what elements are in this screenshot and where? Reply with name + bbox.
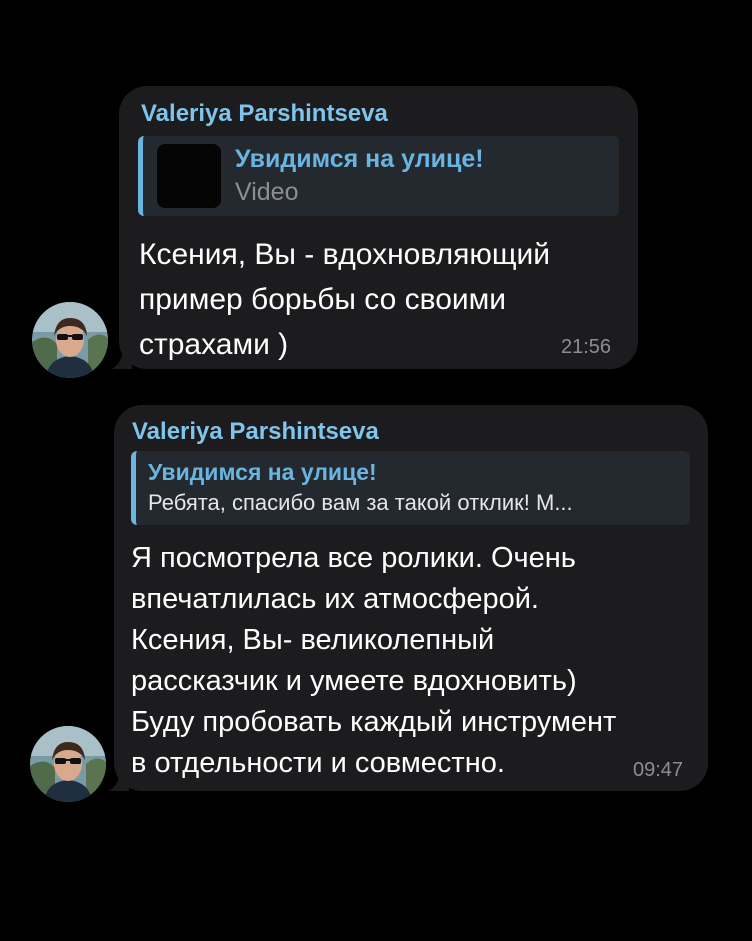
reply-subtitle: Video	[235, 178, 299, 206]
video-thumbnail	[157, 144, 221, 208]
reply-preview[interactable]: Увидимся на улице! Video	[138, 136, 619, 216]
message-timestamp: 09:47	[633, 759, 684, 781]
sender-avatar[interactable]	[30, 726, 106, 802]
sender-name[interactable]: Valeriya Parshintseva	[132, 418, 379, 446]
message-text: Ксения, Вы - вдохновляющий пример борьбы…	[139, 238, 551, 361]
message-bubble[interactable]: Valeriya Parshintseva Увидимся на улице!…	[119, 86, 638, 369]
reply-title: Увидимся на улице!	[235, 145, 484, 173]
reply-subtitle: Ребята, спасибо вам за такой отклик! М..…	[148, 490, 573, 515]
message-bubble[interactable]: Valeriya Parshintseva Увидимся на улице!…	[114, 405, 708, 791]
chat-view: Valeriya Parshintseva Увидимся на улице!…	[0, 0, 752, 941]
sender-avatar[interactable]	[32, 302, 108, 378]
sender-name[interactable]: Valeriya Parshintseva	[141, 100, 388, 128]
avatar-photo	[32, 302, 108, 378]
reply-title: Увидимся на улице!	[148, 459, 377, 485]
avatar-photo	[30, 726, 106, 802]
reply-preview[interactable]: Увидимся на улице! Ребята, спасибо вам з…	[131, 451, 690, 525]
message-text: Я посмотрела все ролики. Очень впечатлил…	[131, 542, 617, 779]
message-timestamp: 21:56	[561, 336, 612, 358]
